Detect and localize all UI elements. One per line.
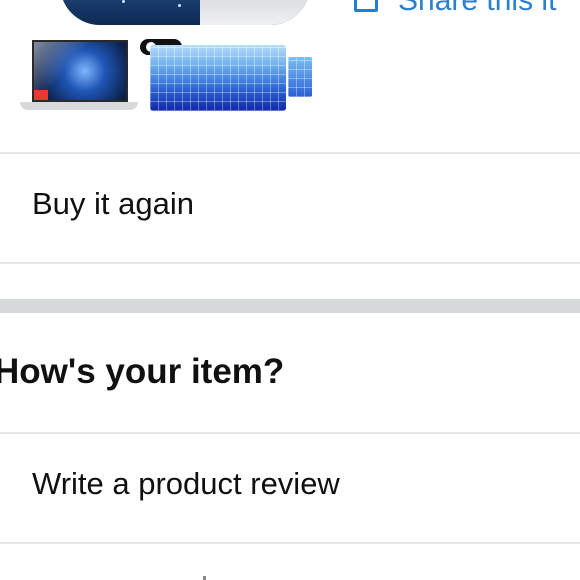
divider: [0, 432, 580, 434]
share-label[interactable]: Share this it: [398, 0, 556, 18]
laptop-case-image[interactable]: [60, 0, 310, 25]
divider: [0, 152, 580, 154]
buy-it-again-button[interactable]: Buy it again: [32, 186, 194, 222]
section-separator: [0, 299, 580, 313]
mini-laptop-base: [20, 102, 138, 110]
share-checkbox[interactable]: [354, 0, 378, 12]
laptop-base-image: [200, 0, 310, 25]
screen-protector-image[interactable]: [20, 40, 138, 112]
divider: [0, 262, 580, 264]
partial-text-mark: [203, 576, 206, 580]
keyboard-keys: [150, 45, 286, 111]
image-detail: [122, 0, 125, 3]
product-image-area: Share this it: [0, 0, 580, 152]
keyboard-cover-side-image: [288, 57, 312, 97]
keyboard-cover-image[interactable]: [150, 45, 286, 111]
image-detail: [178, 4, 181, 7]
badge-icon: [34, 90, 48, 100]
next-row-partial: [0, 544, 580, 580]
keyboard-keys: [288, 57, 312, 97]
section-heading: How's your item?: [0, 352, 285, 391]
write-review-button[interactable]: Write a product review: [32, 466, 340, 502]
